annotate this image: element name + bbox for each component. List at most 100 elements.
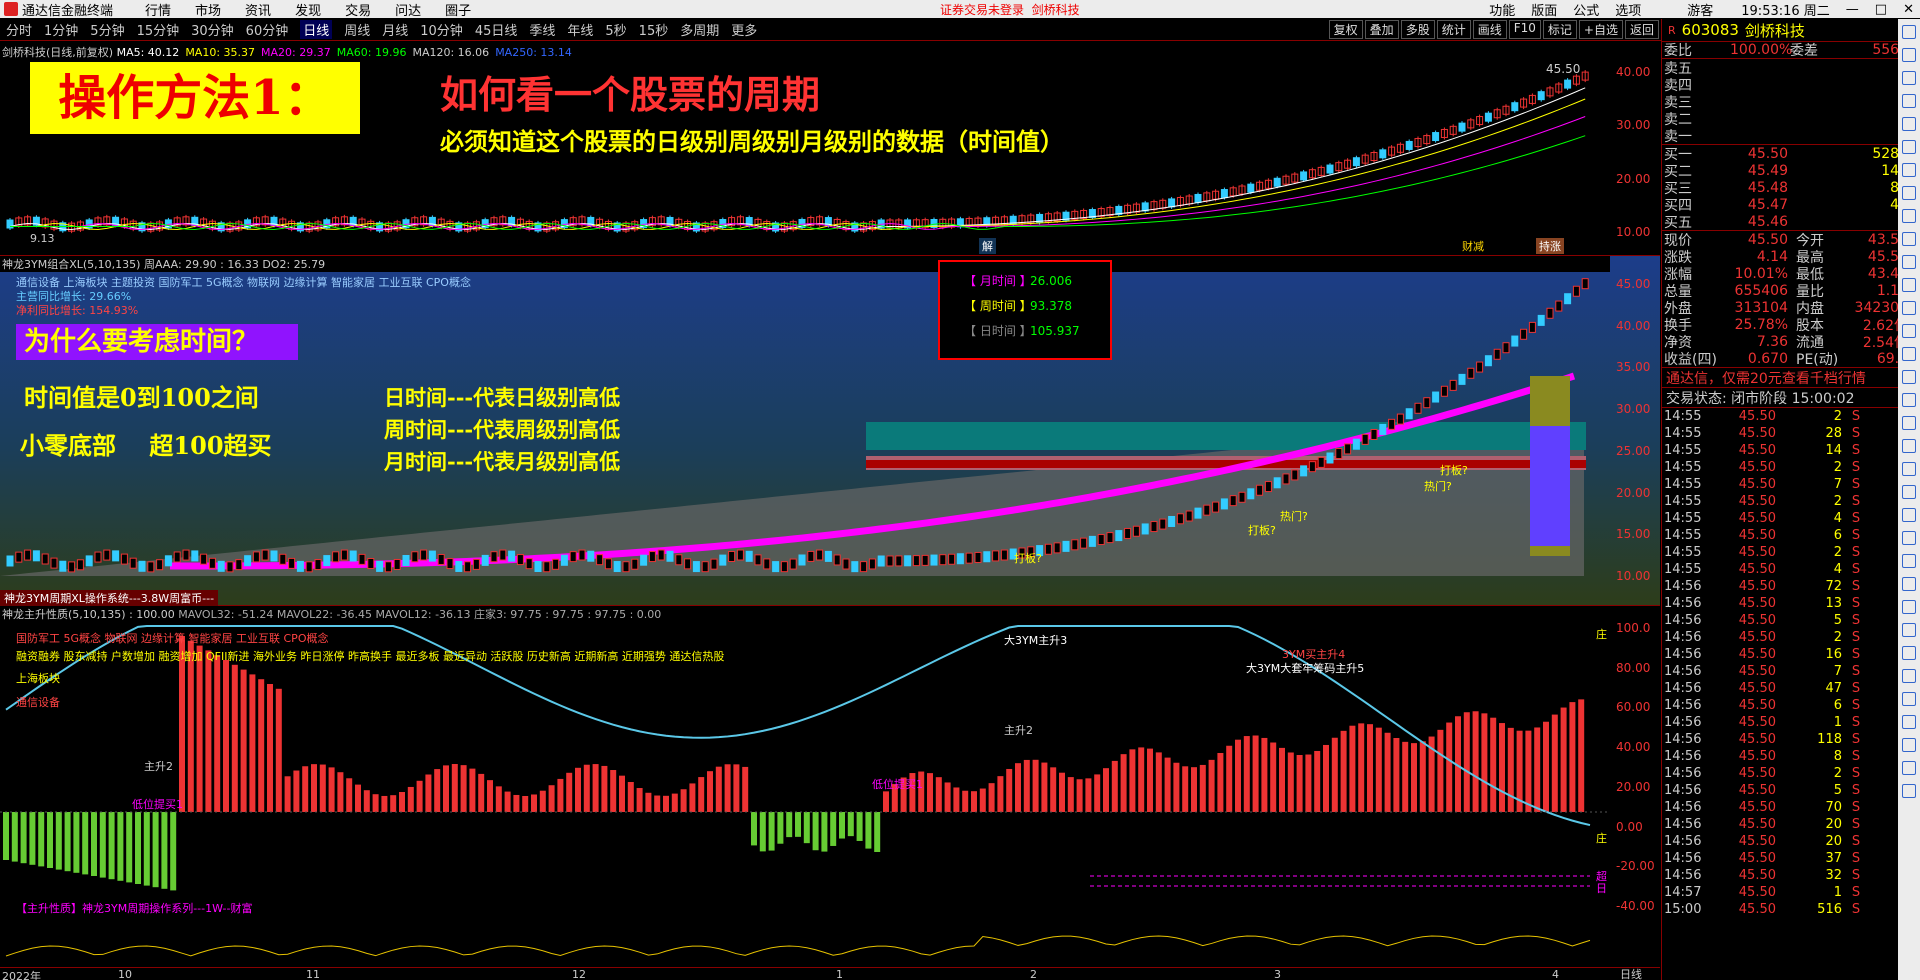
right-menu-3[interactable]: 选项	[1615, 0, 1641, 19]
sidebar-tool-icon[interactable]	[1902, 324, 1916, 338]
tool-button[interactable]: 画线	[1472, 20, 1507, 39]
maximize-button[interactable]: □	[1875, 2, 1887, 17]
period-tab[interactable]: 10分钟	[420, 20, 463, 39]
period-tab[interactable]: 1分钟	[44, 20, 78, 39]
quote-row: 卖四	[1664, 77, 1692, 94]
menu-3[interactable]: 发现	[295, 4, 321, 19]
menu-0[interactable]: 行情	[145, 4, 171, 19]
sidebar-tool-icon[interactable]	[1902, 94, 1916, 108]
volume-bar	[381, 795, 388, 812]
axis-tick: 40.00	[1616, 740, 1651, 755]
candle	[1458, 122, 1466, 132]
period-tab[interactable]: 30分钟	[191, 20, 234, 39]
sidebar-tool-icon[interactable]	[1902, 646, 1916, 660]
sidebar-tool-icon[interactable]	[1902, 416, 1916, 430]
sidebar-tool-icon[interactable]	[1902, 347, 1916, 361]
sidebar-tool-icon[interactable]	[1902, 48, 1916, 62]
right-menu-1[interactable]: 版面	[1531, 0, 1557, 19]
period-tab[interactable]: 周线	[344, 20, 370, 39]
sidebar-tool-icon[interactable]	[1902, 531, 1916, 545]
combo-panel[interactable]: 神龙3YM组合XL(5,10,135) 周AAA: 29.90 : 16.33 …	[0, 256, 1660, 606]
period-tab[interactable]: 5秒	[605, 20, 626, 39]
menu-4[interactable]: 交易	[345, 4, 371, 19]
volume-bar	[240, 669, 247, 812]
event-tag[interactable]: 解	[979, 238, 996, 254]
sidebar-tool-icon[interactable]	[1902, 485, 1916, 499]
sidebar-tool-icon[interactable]	[1902, 784, 1916, 798]
ad-banner[interactable]: 通达信，仅需20元查看千档行情	[1662, 367, 1920, 387]
sidebar-tool-icon[interactable]	[1902, 761, 1916, 775]
period-tab[interactable]: 分时	[6, 20, 32, 39]
period-tab[interactable]: 更多	[731, 20, 757, 39]
kline-panel[interactable]: 剑桥科技(日线,前复权) MA5: 40.12 MA10: 35.37 MA20: …	[0, 42, 1660, 256]
candle	[1141, 523, 1149, 535]
sidebar-tool-icon[interactable]	[1902, 301, 1916, 315]
menu-5[interactable]: 问达	[395, 4, 421, 19]
menu-2[interactable]: 资讯	[245, 4, 271, 19]
period-tab[interactable]: 年线	[567, 20, 593, 39]
sidebar-tool-icon[interactable]	[1902, 278, 1916, 292]
period-tab[interactable]: 15分钟	[137, 20, 180, 39]
period-tab[interactable]: 15秒	[639, 20, 669, 39]
candle	[772, 561, 780, 573]
sidebar-tool-icon[interactable]	[1902, 25, 1916, 39]
sidebar-tool-icon[interactable]	[1902, 370, 1916, 384]
sidebar-tool-icon[interactable]	[1902, 738, 1916, 752]
sidebar-tool-icon[interactable]	[1902, 577, 1916, 591]
user-label[interactable]: 游客	[1687, 0, 1713, 19]
tool-button[interactable]: 返回	[1624, 20, 1659, 39]
candle	[252, 551, 260, 563]
volume-bar	[1261, 737, 1268, 812]
stat-row: 外盘 313104 内盘 342302	[1664, 299, 1908, 317]
period-tab[interactable]: 5分钟	[90, 20, 124, 39]
close-button[interactable]: ✕	[1903, 2, 1914, 17]
candle	[1106, 532, 1114, 544]
tick-row: 14:56 45.50 20 S	[1664, 817, 1861, 832]
tool-button[interactable]: 多股	[1400, 20, 1435, 39]
sidebar-tool-icon[interactable]	[1902, 393, 1916, 407]
tool-button[interactable]: 统计	[1436, 20, 1471, 39]
tool-button[interactable]: F10	[1508, 20, 1541, 39]
event-tag[interactable]: 持涨	[1536, 238, 1564, 254]
candle	[692, 561, 700, 573]
sidebar-tool-icon[interactable]	[1902, 117, 1916, 131]
sidebar-tool-icon[interactable]	[1902, 462, 1916, 476]
sidebar-tool-icon[interactable]	[1902, 140, 1916, 154]
candle	[1168, 515, 1176, 527]
minimize-button[interactable]: —	[1846, 2, 1859, 17]
volume-bar	[1208, 759, 1215, 812]
indicator-panel[interactable]: 神龙主升性质(5,10,135) : 100.00 MAVOL32: -51.2…	[0, 606, 1660, 968]
login-notice[interactable]: 证券交易未登录	[940, 3, 1024, 17]
sidebar-tool-icon[interactable]	[1902, 600, 1916, 614]
sidebar-tool-icon[interactable]	[1902, 669, 1916, 683]
period-tab[interactable]: 季线	[529, 20, 555, 39]
sidebar-tool-icon[interactable]	[1902, 209, 1916, 223]
tool-button[interactable]: 叠加	[1364, 20, 1399, 39]
period-tab[interactable]: 多周期	[680, 20, 719, 39]
sidebar-tool-icon[interactable]	[1902, 715, 1916, 729]
sidebar-tool-icon[interactable]	[1902, 692, 1916, 706]
sidebar-tool-icon[interactable]	[1902, 163, 1916, 177]
tool-button[interactable]: 标记	[1542, 20, 1577, 39]
sidebar-tool-icon[interactable]	[1902, 71, 1916, 85]
tool-button[interactable]: +自选	[1578, 20, 1623, 39]
sidebar-tool-icon[interactable]	[1902, 232, 1916, 246]
period-tab[interactable]: 日线	[300, 20, 333, 39]
sidebar-tool-icon[interactable]	[1902, 508, 1916, 522]
sidebar-tool-icon[interactable]	[1902, 439, 1916, 453]
sidebar-tool-icon[interactable]	[1902, 623, 1916, 637]
tool-button[interactable]: 复权	[1328, 20, 1363, 39]
menu-1[interactable]: 市场	[195, 4, 221, 19]
candle	[191, 550, 199, 562]
axis-tick: 30.00	[1616, 118, 1651, 133]
sidebar-tool-icon[interactable]	[1902, 554, 1916, 568]
period-tab[interactable]: 月线	[382, 20, 408, 39]
period-tab[interactable]: 45日线	[475, 20, 518, 39]
right-menu-0[interactable]: 功能	[1489, 0, 1515, 19]
sidebar-tool-icon[interactable]	[1902, 186, 1916, 200]
right-menu-2[interactable]: 公式	[1573, 0, 1599, 19]
sidebar-tool-icon[interactable]	[1902, 255, 1916, 269]
event-tag[interactable]: 财减	[1462, 238, 1484, 254]
period-tab[interactable]: 60分钟	[246, 20, 289, 39]
menu-6[interactable]: 圈子	[445, 4, 471, 19]
